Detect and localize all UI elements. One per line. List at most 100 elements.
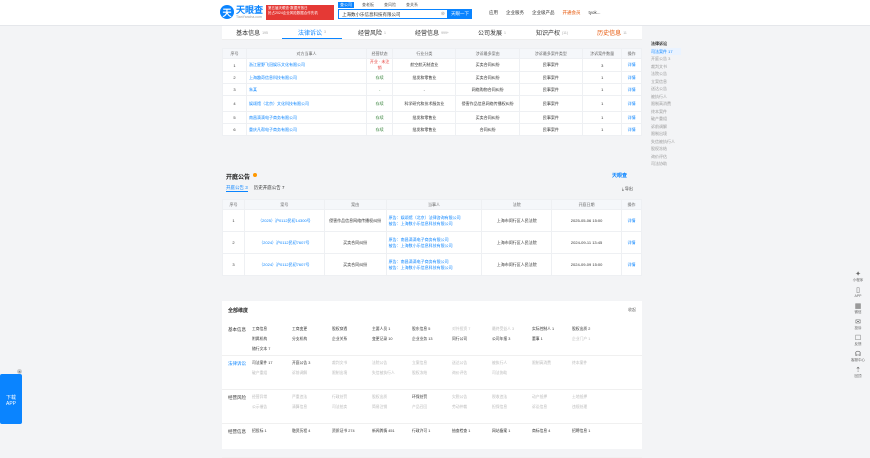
side-nav-item[interactable]: 限制高消费 [651, 100, 681, 108]
tool-feedback[interactable]: ☐ 反馈 [850, 334, 866, 347]
search-tab-company[interactable]: 查公司 [338, 2, 354, 8]
search-tab-boss[interactable]: 查老板 [360, 2, 376, 8]
table-cell[interactable]: 详情 [621, 71, 642, 84]
tab-lawsuit[interactable]: 法律诉讼 3 [282, 26, 342, 39]
side-nav-item[interactable]: 诉前调解 [651, 123, 681, 131]
search-input[interactable]: 上海数小乐信息科技有限公司 ⊗ [338, 9, 448, 19]
category-item[interactable]: 招投标 1 [252, 429, 292, 434]
category-item[interactable]: 主要人员 1 [372, 327, 412, 332]
tab-operation[interactable]: 经营信息 999+ [402, 26, 462, 39]
table-cell[interactable]: 浙江星野飞冠娱乐文化有限公司 [245, 58, 368, 72]
category-item[interactable]: 产品召回 [412, 405, 452, 410]
category-item[interactable]: 破产重组 [252, 371, 292, 376]
category-item[interactable]: 立案信息 [412, 361, 452, 366]
category-item[interactable]: 董事 1 [532, 337, 572, 342]
category-name[interactable]: 基本信息 [222, 327, 252, 333]
side-nav-item[interactable]: 股权冻结 [651, 145, 681, 153]
tool-service[interactable]: ☊ 客服中心 [850, 350, 866, 363]
category-item[interactable]: 清算信息 [292, 405, 332, 410]
category-item[interactable]: 环保处罚 [412, 395, 452, 400]
category-name[interactable]: 法律诉讼 [222, 361, 252, 367]
category-item[interactable]: 行政许可 1 [412, 429, 452, 434]
nav-vip[interactable]: 开通会员 [563, 10, 581, 16]
category-item[interactable]: 股东信息 5 [412, 327, 452, 332]
side-nav-item[interactable]: 限制出境 [651, 130, 681, 138]
side-nav-item[interactable]: 失信被执行人 [651, 138, 681, 146]
download-app-button[interactable]: 下载 APP [0, 374, 22, 424]
category-item[interactable]: 询价评估 [452, 371, 492, 376]
tab-basic[interactable]: 基本信息 195 [222, 26, 282, 39]
tool-app[interactable]: ▯ APP [850, 286, 866, 298]
category-item[interactable]: 工商变更 [292, 327, 332, 332]
category-item[interactable]: 限制出境 [332, 371, 372, 376]
table-cell[interactable]: 详情 [621, 111, 642, 124]
category-item[interactable]: 经营异常 [252, 395, 292, 400]
category-item[interactable]: 简易注销 [372, 405, 412, 410]
side-nav-item[interactable]: 被执行人 [651, 93, 681, 101]
collapse-button[interactable]: 收起 [628, 307, 636, 314]
export-button[interactable]: ⤓ 导出 [622, 186, 633, 192]
category-item[interactable]: 企业关系 [332, 337, 372, 342]
tab-ip[interactable]: 知识产权 (11) [522, 26, 582, 39]
clear-icon[interactable]: ⊗ [441, 11, 445, 17]
defendant-link[interactable]: 被告：上海数小乐信息科技有限公司 [389, 265, 480, 271]
category-item[interactable]: 终本案件 [572, 361, 612, 366]
category-item[interactable]: 法院公告 [372, 361, 412, 366]
category-item[interactable]: 开庭公告 3 [292, 361, 332, 366]
category-item[interactable]: 被执行人 [492, 361, 532, 366]
category-item[interactable]: 企业门户 1 [572, 337, 612, 342]
table-cell[interactable]: 详情 [621, 83, 642, 96]
side-nav-item[interactable]: 法院公告 [651, 70, 681, 78]
case-number-link[interactable]: （2025）沪0112民初14300号 [243, 209, 325, 232]
side-nav-item[interactable]: 终本案件 [651, 108, 681, 116]
category-item[interactable]: 招聘信息 1 [572, 429, 612, 434]
table-cell[interactable]: 详情 [621, 123, 642, 136]
subtab-court[interactable]: 开庭公告 3 [226, 185, 248, 192]
logo[interactable]: 天 天眼查 TianYancha.com [220, 5, 263, 19]
category-item[interactable]: 司法案件 17 [252, 361, 292, 366]
category-item[interactable]: 严重违法 [292, 395, 332, 400]
side-nav-item[interactable]: 询价评估 [651, 153, 681, 161]
nav-user[interactable]: tyok... [589, 10, 601, 16]
category-item[interactable]: 诉讼信息 [532, 405, 572, 410]
table-cell[interactable]: 详情 [621, 95, 642, 112]
category-item[interactable]: 资质证书 274 [332, 429, 372, 434]
detail-link[interactable]: 详情 [620, 231, 643, 254]
category-item[interactable]: 诉前调解 [292, 371, 332, 376]
side-nav-item[interactable]: 开庭公告 3 [651, 55, 681, 63]
tool-mini-program[interactable]: ✦ 小程序 [850, 270, 866, 283]
category-item[interactable]: 融资历程 4 [292, 429, 332, 434]
category-item[interactable]: 公示催告 [252, 405, 292, 410]
table-cell[interactable]: 娱颂馆（北京）文化科技有限公司 [245, 95, 368, 112]
tool-complaint[interactable]: ✉ 投诉 [850, 318, 866, 331]
category-item[interactable]: 网站备案 1 [492, 429, 532, 434]
tool-back-top[interactable]: ⇡ 回顶 [850, 366, 866, 379]
search-tab-risk[interactable]: 查风险 [382, 2, 398, 8]
detail-link[interactable]: 详情 [620, 253, 643, 276]
category-item[interactable]: 随行文本 7 [252, 347, 292, 352]
nav-services[interactable]: 企业服务 [506, 10, 524, 16]
side-nav-item[interactable]: 立案信息 [651, 78, 681, 86]
tab-risk[interactable]: 经营风险 1 [342, 26, 402, 39]
category-item[interactable]: 商标信息 4 [532, 429, 572, 434]
detail-link[interactable]: 详情 [620, 209, 643, 232]
category-item[interactable]: 司法协助 [492, 371, 532, 376]
category-item[interactable]: 担保信息 [492, 405, 532, 410]
category-item[interactable]: 土地抵押 [572, 395, 612, 400]
category-item[interactable]: 欠税公告 [452, 395, 492, 400]
defendant-link[interactable]: 被告：上海数小乐信息科技有限公司 [389, 221, 480, 227]
category-item[interactable]: 附属机构 [252, 337, 292, 342]
side-nav-item[interactable]: 裁判文书 [651, 63, 681, 71]
table-cell[interactable]: 详情 [621, 58, 642, 72]
defendant-link[interactable]: 被告：上海数小乐信息科技有限公司 [389, 243, 480, 249]
table-cell[interactable]: 南昌滴滴电子商务有限公司 [245, 111, 368, 124]
table-cell[interactable]: 朱某 [245, 83, 368, 96]
category-item[interactable]: 动产抵押 [532, 395, 572, 400]
category-item[interactable]: 裁判文书 [332, 361, 372, 366]
tab-development[interactable]: 公司发展 1 [462, 26, 522, 39]
category-item[interactable]: 新闻舆情 451 [372, 429, 412, 434]
category-item[interactable]: 送达公告 [452, 361, 492, 366]
search-tab-relation[interactable]: 查关系 [404, 2, 420, 8]
category-item[interactable]: 股权冻结 [412, 371, 452, 376]
side-nav-item[interactable]: 破产重组 [651, 115, 681, 123]
